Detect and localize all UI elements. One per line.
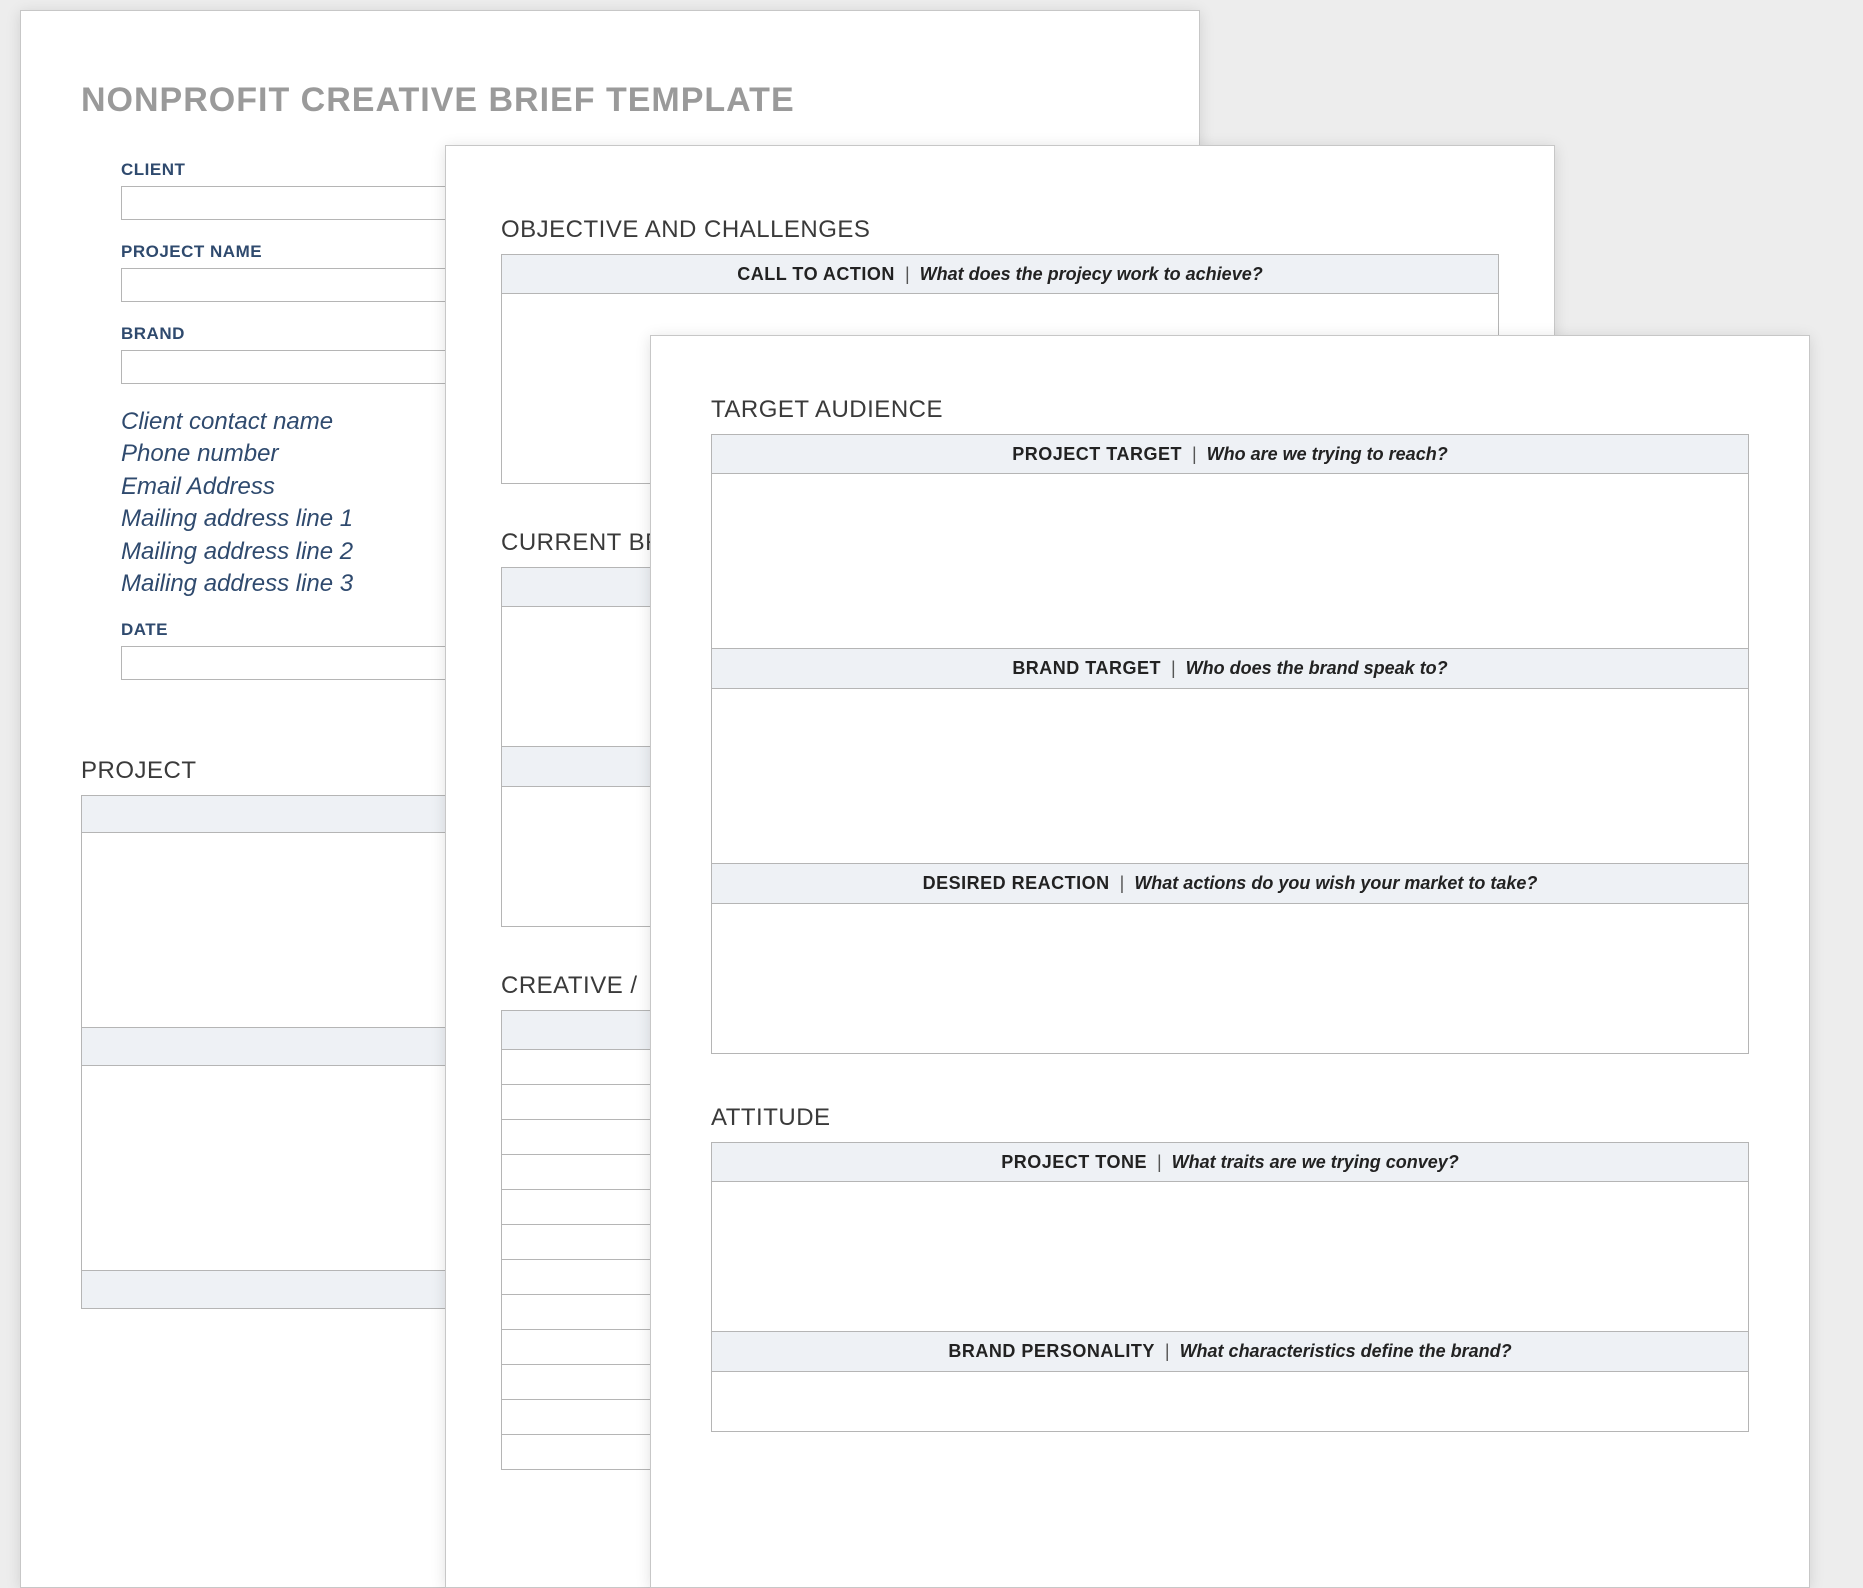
- cta-lead: CALL TO ACTION: [737, 264, 895, 285]
- brand-personality-lead: BRAND PERSONALITY: [948, 1341, 1155, 1362]
- desired-reaction-header: DESIRED REACTION | What actions do you w…: [711, 864, 1749, 904]
- brand-personality-desc: What characteristics define the brand?: [1180, 1341, 1512, 1362]
- project-target-lead: PROJECT TARGET: [1012, 444, 1182, 465]
- call-to-action-header: CALL TO ACTION | What does the projecy w…: [501, 254, 1499, 294]
- separator: |: [1157, 1152, 1162, 1173]
- desired-reaction-desc: What actions do you wish your market to …: [1134, 873, 1537, 894]
- separator: |: [1165, 1341, 1170, 1362]
- brand-target-lead: BRAND TARGET: [1012, 658, 1161, 679]
- project-tone-lead: PROJECT TONE: [1001, 1152, 1147, 1173]
- document-title: NONPROFIT CREATIVE BRIEF TEMPLATE: [81, 81, 1139, 120]
- target-audience-section: TARGET AUDIENCE PROJECT TARGET | Who are…: [711, 396, 1749, 1054]
- separator: |: [905, 264, 910, 285]
- brand-target-desc: Who does the brand speak to?: [1186, 658, 1448, 679]
- project-target-body[interactable]: [711, 474, 1749, 649]
- project-target-desc: Who are we trying to reach?: [1207, 444, 1448, 465]
- separator: |: [1171, 658, 1176, 679]
- template-page-3: TARGET AUDIENCE PROJECT TARGET | Who are…: [650, 335, 1810, 1588]
- desired-reaction-lead: DESIRED REACTION: [923, 873, 1110, 894]
- project-tone-desc: What traits are we trying convey?: [1172, 1152, 1459, 1173]
- project-target-header: PROJECT TARGET | Who are we trying to re…: [711, 434, 1749, 474]
- separator: |: [1192, 444, 1197, 465]
- brand-target-body[interactable]: [711, 689, 1749, 864]
- target-audience-title: TARGET AUDIENCE: [711, 396, 1749, 424]
- brand-personality-body[interactable]: [711, 1372, 1749, 1432]
- attitude-section: ATTITUDE PROJECT TONE | What traits are …: [711, 1104, 1749, 1432]
- desired-reaction-body[interactable]: [711, 904, 1749, 1054]
- separator: |: [1120, 873, 1125, 894]
- brand-personality-header: BRAND PERSONALITY | What characteristics…: [711, 1332, 1749, 1372]
- project-tone-body[interactable]: [711, 1182, 1749, 1332]
- objective-title: OBJECTIVE AND CHALLENGES: [501, 216, 1499, 244]
- cta-desc: What does the projecy work to achieve?: [920, 264, 1263, 285]
- brand-target-header: BRAND TARGET | Who does the brand speak …: [711, 649, 1749, 689]
- project-tone-header: PROJECT TONE | What traits are we trying…: [711, 1142, 1749, 1182]
- attitude-title: ATTITUDE: [711, 1104, 1749, 1132]
